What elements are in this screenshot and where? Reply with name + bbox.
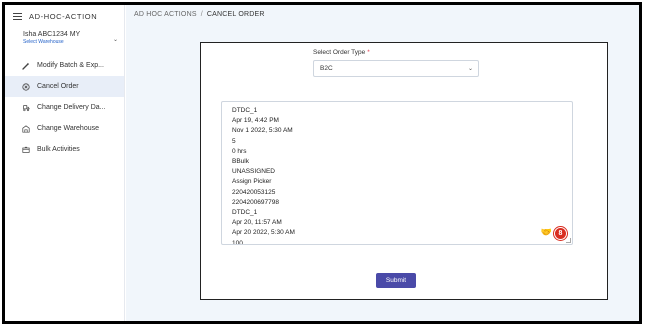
breadcrumb-current: CANCEL ORDER (206, 11, 265, 18)
extension-badge[interactable]: 8 (555, 228, 566, 239)
order-type-select[interactable]: B2C ⌄ (313, 60, 479, 77)
textarea-line: 220420053125 (232, 188, 276, 196)
resize-handle-icon[interactable] (566, 238, 571, 243)
chevron-down-icon[interactable]: ⌄ (113, 36, 118, 43)
sidebar-item-label: Modify Batch & Exp... (37, 62, 104, 69)
textarea-line: BBulk (232, 158, 249, 166)
textarea-line: 5 (232, 137, 236, 145)
delivery-icon (22, 104, 30, 112)
textarea-line: UNASSIGNED (232, 168, 275, 176)
breadcrumb-parent[interactable]: AD HOC ACTIONS (134, 11, 197, 18)
bulk-icon (22, 146, 30, 154)
order-ids-textarea[interactable]: DTDC_1 Apr 19, 4:42 PM Nov 1 2022, 5:30 … (221, 101, 573, 245)
app-header: AD-HOC-ACTION (5, 5, 124, 27)
sidebar-nav: Modify Batch & Exp... Cancel Order Chang… (5, 55, 124, 160)
user-name: Isha ABC1234 MY (23, 31, 81, 38)
textarea-line: DTDC_1 (232, 107, 258, 114)
textarea-line: DTDC_1 (232, 209, 258, 217)
breadcrumb: AD HOC ACTIONS / CANCEL ORDER (134, 11, 265, 18)
warehouse-icon (22, 124, 30, 133)
sidebar-item-cancel-order[interactable]: Cancel Order (5, 76, 124, 97)
sidebar: AD-HOC-ACTION Isha ABC1234 MY Select War… (5, 5, 125, 321)
handshake-icon[interactable]: 🤝 (541, 227, 552, 238)
textarea-line: Nov 1 2022, 5:30 AM (232, 127, 293, 135)
order-type-label: Select Order Type * (313, 49, 370, 56)
textarea-line: 100 (232, 239, 243, 245)
textarea-line: Assign Picker (232, 178, 272, 186)
order-type-value: B2C (320, 65, 333, 72)
textarea-content: DTDC_1 Apr 19, 4:42 PM Nov 1 2022, 5:30 … (232, 106, 562, 245)
cancel-circle-icon (22, 82, 30, 91)
hamburger-menu-icon[interactable] (13, 12, 22, 20)
app-window: AD-HOC-ACTION Isha ABC1234 MY Select War… (2, 2, 642, 324)
sidebar-item-change-delivery-date[interactable]: Change Delivery Da... (5, 97, 124, 118)
textarea-line: 0 hrs (232, 147, 247, 155)
sidebar-item-modify-batch[interactable]: Modify Batch & Exp... (5, 55, 124, 76)
chevron-down-icon: ⌄ (467, 66, 473, 72)
cancel-order-form: Select Order Type * B2C ⌄ DTDC_1 Apr 19, … (200, 42, 608, 300)
textarea-line: Apr 20, 11:57 AM (232, 219, 282, 227)
user-warehouse-selector[interactable]: Isha ABC1234 MY Select Warehouse ⌄ (5, 27, 124, 51)
edit-icon (22, 62, 30, 70)
order-type-label-text: Select Order Type (313, 49, 366, 56)
select-warehouse-link[interactable]: Select Warehouse (23, 39, 116, 45)
sidebar-item-change-warehouse[interactable]: Change Warehouse (5, 118, 124, 139)
main-content: AD HOC ACTIONS / CANCEL ORDER Select Order… (126, 5, 639, 321)
textarea-line: Apr 20 2022, 5:30 AM (232, 229, 295, 237)
textarea-line: 2204200697798 (232, 198, 279, 206)
breadcrumb-separator: / (200, 11, 203, 18)
required-mark: * (367, 49, 370, 56)
sidebar-item-label: Change Warehouse (37, 125, 100, 132)
sidebar-item-label: Bulk Activities (37, 146, 80, 153)
submit-button[interactable]: Submit (376, 273, 416, 288)
sidebar-item-label: Cancel Order (37, 83, 79, 90)
sidebar-item-bulk-activities[interactable]: Bulk Activities (5, 139, 124, 160)
app-title: AD-HOC-ACTION (29, 11, 98, 21)
sidebar-item-label: Change Delivery Da... (37, 104, 106, 111)
textarea-line: Apr 19, 4:42 PM (232, 117, 279, 125)
